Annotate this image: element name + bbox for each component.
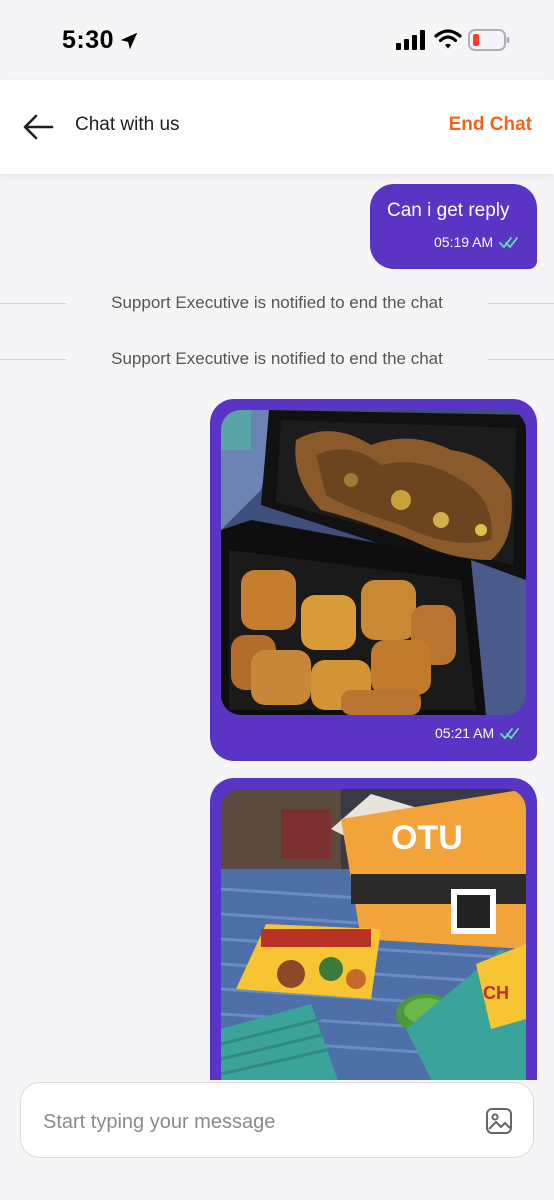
outgoing-image-message[interactable]: OTU CH [210, 778, 537, 1108]
food-photo-pakoras[interactable] [221, 410, 526, 715]
system-message: Support Executive is notified to end the… [0, 347, 554, 371]
divider [488, 359, 554, 360]
read-check-icon [500, 728, 520, 740]
message-input[interactable] [41, 1101, 465, 1143]
system-message: Support Executive is notified to end the… [0, 291, 554, 315]
image-attach-icon[interactable] [485, 1107, 513, 1135]
svg-text:CH: CH [483, 983, 509, 1003]
chat-screen: 5:30 Chat with us End Chat Can i get rep… [0, 0, 554, 1200]
message-composer [0, 1080, 554, 1200]
battery-low-icon [468, 29, 510, 51]
message-meta: 05:21 AM [435, 725, 520, 741]
status-bar: 5:30 [0, 0, 554, 80]
system-message-text: Support Executive is notified to end the… [111, 293, 443, 312]
message-time: 05:19 AM [434, 234, 494, 250]
back-arrow-icon[interactable] [22, 113, 54, 141]
message-time: 05:21 AM [435, 725, 495, 741]
message-input-container [20, 1082, 534, 1158]
wifi-icon [434, 29, 462, 49]
outgoing-message: Can i get reply 05:19 AM [370, 184, 537, 269]
end-chat-button[interactable]: End Chat [449, 114, 532, 136]
read-check-icon [499, 237, 519, 249]
status-time: 5:30 [62, 26, 115, 54]
outgoing-image-message[interactable]: 05:21 AM [210, 399, 537, 761]
message-meta: 05:19 AM [434, 234, 519, 250]
chat-header: Chat with us End Chat [0, 80, 554, 174]
message-text: Can i get reply [387, 200, 510, 221]
page-title: Chat with us [75, 114, 180, 135]
cellular-signal-icon [396, 30, 425, 50]
svg-text:OTU: OTU [391, 819, 463, 857]
system-message-text: Support Executive is notified to end the… [111, 349, 443, 368]
divider [488, 303, 554, 304]
food-packaging-photo[interactable]: OTU CH [221, 789, 526, 1089]
location-arrow-icon [120, 32, 138, 50]
